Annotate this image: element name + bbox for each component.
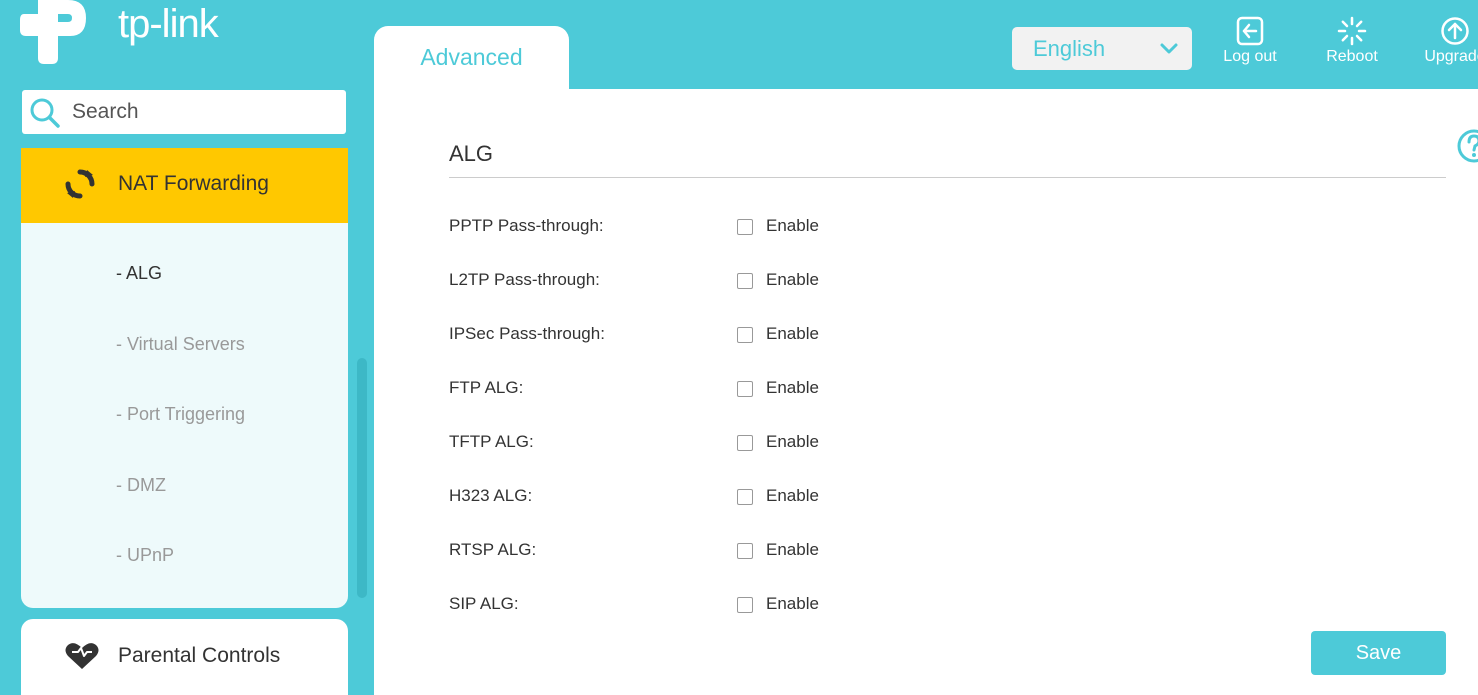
sidebar-item-label: Parental Controls	[118, 644, 281, 667]
rtsp-alg-enable-checkbox[interactable]	[737, 543, 753, 559]
tftp-alg-label: TFTP ALG:	[449, 432, 534, 451]
tftp-alg-enable-label[interactable]: Enable	[766, 432, 819, 452]
section-title: ALG	[449, 141, 494, 166]
chevron-down-icon	[1160, 43, 1178, 54]
sidebar-item-nat-forwarding[interactable]: NAT Forwarding	[21, 148, 348, 223]
reboot-button[interactable]: Reboot	[1307, 16, 1397, 66]
search-input[interactable]	[72, 90, 332, 134]
sip-alg-label: SIP ALG:	[449, 594, 519, 613]
upgrade-label: Upgrade	[1424, 48, 1478, 65]
search-box	[22, 90, 346, 134]
submenu-item-port-triggering[interactable]: - Port Triggering	[116, 404, 245, 425]
ftp-alg-enable-checkbox[interactable]	[737, 381, 753, 397]
logout-icon	[1236, 16, 1264, 46]
tftp-alg-enable-checkbox[interactable]	[737, 435, 753, 451]
h323-alg-enable-label[interactable]: Enable	[766, 486, 819, 506]
submenu-item-alg[interactable]: - ALG	[116, 263, 162, 284]
sidebar-item-label: NAT Forwarding	[118, 172, 269, 195]
upgrade-button[interactable]: Upgrade	[1410, 16, 1478, 66]
heart-icon	[65, 643, 99, 669]
main-panel	[374, 89, 1478, 695]
ipsec-enable-checkbox[interactable]	[737, 327, 753, 343]
nat-forwarding-submenu: - ALG - Virtual Servers - Port Triggerin…	[21, 223, 348, 608]
rtsp-alg-enable-label[interactable]: Enable	[766, 540, 819, 560]
ftp-alg-label: FTP ALG:	[449, 378, 524, 397]
nat-forwarding-icon	[65, 169, 95, 199]
sip-alg-enable-checkbox[interactable]	[737, 597, 753, 613]
submenu-item-dmz[interactable]: - DMZ	[116, 475, 166, 496]
pptp-enable-label[interactable]: Enable	[766, 216, 819, 236]
h323-alg-enable-checkbox[interactable]	[737, 489, 753, 505]
sip-alg-enable-label[interactable]: Enable	[766, 594, 819, 614]
reboot-icon	[1337, 16, 1367, 46]
l2tp-enable-label[interactable]: Enable	[766, 270, 819, 290]
reboot-label: Reboot	[1326, 48, 1378, 65]
submenu-item-virtual-servers[interactable]: - Virtual Servers	[116, 334, 245, 355]
sidebar-scrollbar[interactable]	[357, 358, 367, 598]
tp-link-logo: tp-link	[18, 0, 248, 70]
help-icon[interactable]	[1454, 126, 1478, 166]
upgrade-icon	[1441, 17, 1469, 45]
logout-label: Log out	[1223, 48, 1277, 65]
section-divider	[449, 177, 1446, 178]
submenu-item-upnp[interactable]: - UPnP	[116, 545, 174, 566]
pptp-enable-checkbox[interactable]	[737, 219, 753, 235]
search-icon	[30, 98, 60, 128]
ftp-alg-enable-label[interactable]: Enable	[766, 378, 819, 398]
language-select[interactable]: English	[1012, 27, 1192, 70]
h323-alg-label: H323 ALG:	[449, 486, 533, 505]
pptp-label: PPTP Pass-through:	[449, 216, 604, 235]
l2tp-enable-checkbox[interactable]	[737, 273, 753, 289]
language-value: English	[1033, 36, 1106, 61]
ipsec-label: IPSec Pass-through:	[449, 324, 605, 343]
tp-link-logo-mark	[20, 0, 86, 64]
tab-advanced[interactable]: Advanced	[374, 26, 569, 90]
l2tp-label: L2TP Pass-through:	[449, 270, 600, 289]
rtsp-alg-label: RTSP ALG:	[449, 540, 537, 559]
sidebar-item-parental-controls[interactable]: Parental Controls	[21, 619, 348, 695]
logout-button[interactable]: Log out	[1205, 16, 1295, 66]
save-button[interactable]: Save	[1311, 631, 1446, 675]
brand-name: tp-link	[118, 2, 219, 46]
ipsec-enable-label[interactable]: Enable	[766, 324, 819, 344]
